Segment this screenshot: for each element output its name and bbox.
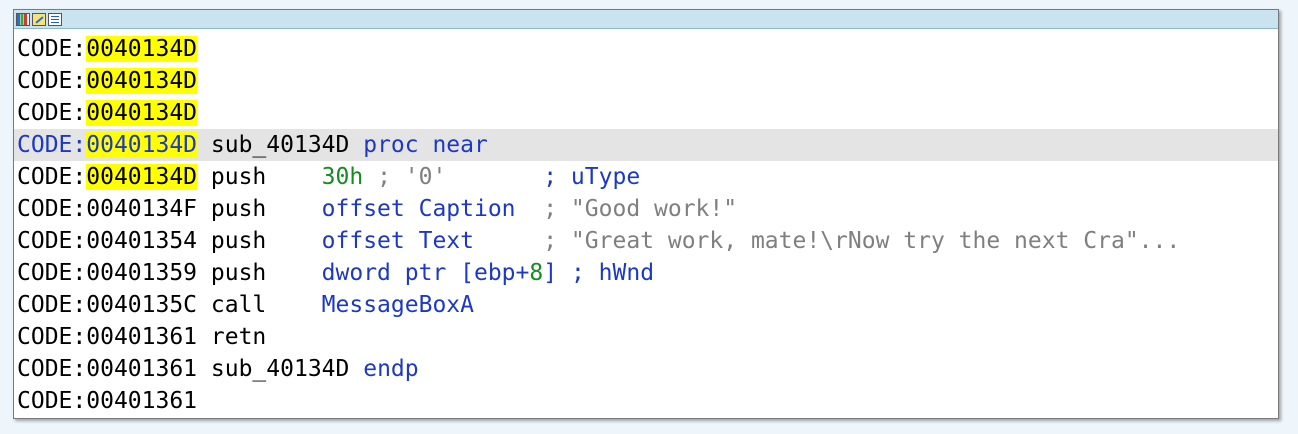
address[interactable]: 00401354 <box>86 228 197 254</box>
instruction-token[interactable] <box>266 292 321 318</box>
instruction-token[interactable]: sub_40134D <box>211 356 349 382</box>
instruction-token[interactable] <box>266 164 321 190</box>
segment-prefix: CODE: <box>17 388 87 414</box>
listing-line-current[interactable]: CODE:0040134D sub_40134D proc near <box>14 129 1278 161</box>
instruction-token[interactable]: push <box>211 196 266 222</box>
instruction-token[interactable]: endp <box>349 356 418 382</box>
listing-line[interactable]: CODE:0040134D <box>14 33 1278 65</box>
instruction-token[interactable]: sub_40134D <box>211 132 349 158</box>
instruction-token[interactable]: offset Text <box>322 228 474 254</box>
instruction-token[interactable]: ; hWnd <box>557 260 654 286</box>
instruction-token[interactable]: 30h <box>322 164 364 190</box>
segment-prefix: CODE: <box>17 196 87 222</box>
instruction-token[interactable]: push <box>211 228 266 254</box>
listing-line[interactable]: CODE:0040134D push 30h ; '0' ; uType <box>14 161 1278 193</box>
address[interactable]: 0040134D <box>86 100 198 126</box>
listing-line[interactable]: CODE:00401361 sub_40134D endp <box>14 353 1278 385</box>
disassembly-window[interactable]: CODE:0040134D CODE:0040134D CODE:0040134D C… <box>13 9 1279 419</box>
segment-prefix: CODE: <box>17 68 87 94</box>
instruction-token[interactable]: call <box>211 292 266 318</box>
address[interactable]: 0040134F <box>86 196 197 222</box>
instruction-token[interactable]: ] <box>543 260 557 286</box>
segment-prefix: CODE: <box>17 132 87 158</box>
instruction-token[interactable]: ; "Great work, mate!\rNow try the next C… <box>474 228 1180 254</box>
instruction-token[interactable]: proc near <box>349 132 488 158</box>
listing-line[interactable]: CODE:00401359 push dword ptr [ebp+8] ; h… <box>14 257 1278 289</box>
listing-line[interactable]: CODE:0040134D <box>14 97 1278 129</box>
instruction-token[interactable] <box>266 260 321 286</box>
instruction-token[interactable]: ; uType <box>446 164 640 190</box>
segment-prefix: CODE: <box>17 164 87 190</box>
address[interactable]: 0040134D <box>86 132 198 158</box>
instruction-token[interactable] <box>266 228 321 254</box>
listing-line[interactable]: CODE:0040135C call MessageBoxA <box>14 289 1278 321</box>
segment-prefix: CODE: <box>17 260 87 286</box>
instruction-token[interactable]: MessageBoxA <box>322 292 474 318</box>
address[interactable]: 0040135C <box>86 292 197 318</box>
listing-line[interactable]: CODE:00401361 <box>14 385 1278 417</box>
address[interactable]: 00401359 <box>86 260 197 286</box>
segment-prefix: CODE: <box>17 100 87 126</box>
instruction-token[interactable]: push <box>211 260 266 286</box>
listing-line[interactable]: CODE:00401361 retn <box>14 321 1278 353</box>
listing-line[interactable]: CODE:0040134F push offset Caption ; "Goo… <box>14 193 1278 225</box>
instruction-token[interactable]: 8 <box>529 260 543 286</box>
address[interactable]: 0040134D <box>86 164 198 190</box>
segment-prefix: CODE: <box>17 36 87 62</box>
graph-view-icon[interactable] <box>16 12 30 26</box>
edit-icon[interactable] <box>32 12 46 26</box>
instruction-token[interactable]: offset Caption <box>322 196 516 222</box>
address[interactable]: 00401361 <box>86 324 197 350</box>
instruction-token[interactable]: push <box>211 164 266 190</box>
disassembly-listing[interactable]: CODE:0040134D CODE:0040134D CODE:0040134D C… <box>14 29 1278 417</box>
segment-prefix: CODE: <box>17 324 87 350</box>
instruction-token[interactable]: dword ptr [ebp+ <box>322 260 530 286</box>
listing-line[interactable]: CODE:0040134D <box>14 65 1278 97</box>
address[interactable]: 00401361 <box>86 356 197 382</box>
segment-prefix: CODE: <box>17 292 87 318</box>
listing-line[interactable]: CODE:00401354 push offset Text ; "Great … <box>14 225 1278 257</box>
address[interactable]: 00401361 <box>86 388 197 414</box>
address[interactable]: 0040134D <box>86 36 198 62</box>
instruction-token[interactable]: ; "Good work!" <box>516 196 737 222</box>
segment-prefix: CODE: <box>17 228 87 254</box>
instruction-token[interactable]: ; '0' <box>363 164 446 190</box>
window-toolbar <box>14 10 1278 29</box>
listing-view-icon[interactable] <box>48 12 62 26</box>
segment-prefix: CODE: <box>17 356 87 382</box>
instruction-token[interactable]: retn <box>211 324 266 350</box>
address[interactable]: 0040134D <box>86 68 198 94</box>
instruction-token[interactable] <box>266 196 321 222</box>
